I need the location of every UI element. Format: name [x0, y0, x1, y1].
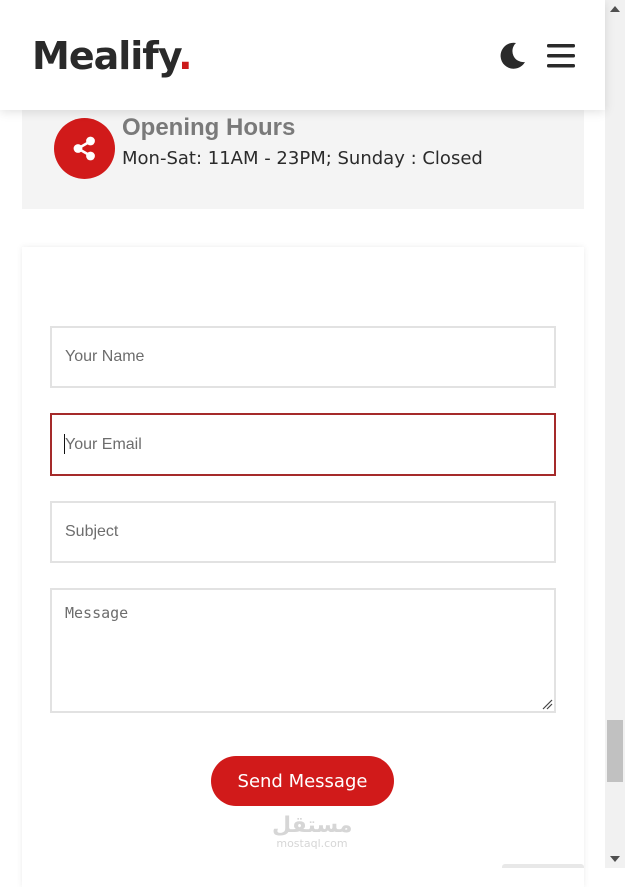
scroll-up-icon[interactable]: [610, 6, 620, 12]
email-field[interactable]: [50, 413, 556, 476]
info-text: Mon-Sat: 11AM - 23PM; Sunday : Closed: [122, 148, 483, 169]
send-message-button[interactable]: Send Message: [211, 756, 394, 806]
info-title: Opening Hours: [122, 114, 296, 141]
logo-text: Mealify: [32, 34, 179, 78]
resize-grip-icon[interactable]: [541, 698, 553, 710]
hamburger-menu-icon: [547, 44, 575, 68]
scroll-down-icon[interactable]: [610, 856, 620, 862]
message-field[interactable]: [50, 588, 556, 713]
site-header: Mealify.: [0, 0, 605, 110]
logo[interactable]: Mealify.: [32, 30, 193, 82]
name-field[interactable]: [50, 326, 556, 388]
text-caret: [64, 434, 65, 454]
menu-button[interactable]: [545, 42, 577, 70]
share-icon: [73, 136, 95, 161]
moon-icon: [500, 42, 525, 69]
info-icon-circle: [54, 118, 115, 179]
theme-toggle-button[interactable]: [496, 40, 528, 72]
watermark: مستقل mostaql.com: [272, 814, 352, 850]
watermark-main: مستقل: [272, 813, 353, 838]
logo-dot: .: [178, 34, 192, 78]
vertical-scrollbar[interactable]: [605, 0, 625, 868]
subject-field[interactable]: [50, 501, 556, 563]
page: Mealify. Opening Hours Mon-Sat: 11AM - 2…: [0, 0, 605, 887]
opening-hours-card: Opening Hours Mon-Sat: 11AM - 23PM; Sund…: [22, 110, 584, 209]
floating-widget-edge[interactable]: [502, 864, 584, 868]
watermark-sub: mostaql.com: [276, 837, 348, 850]
scroll-thumb[interactable]: [607, 720, 623, 782]
